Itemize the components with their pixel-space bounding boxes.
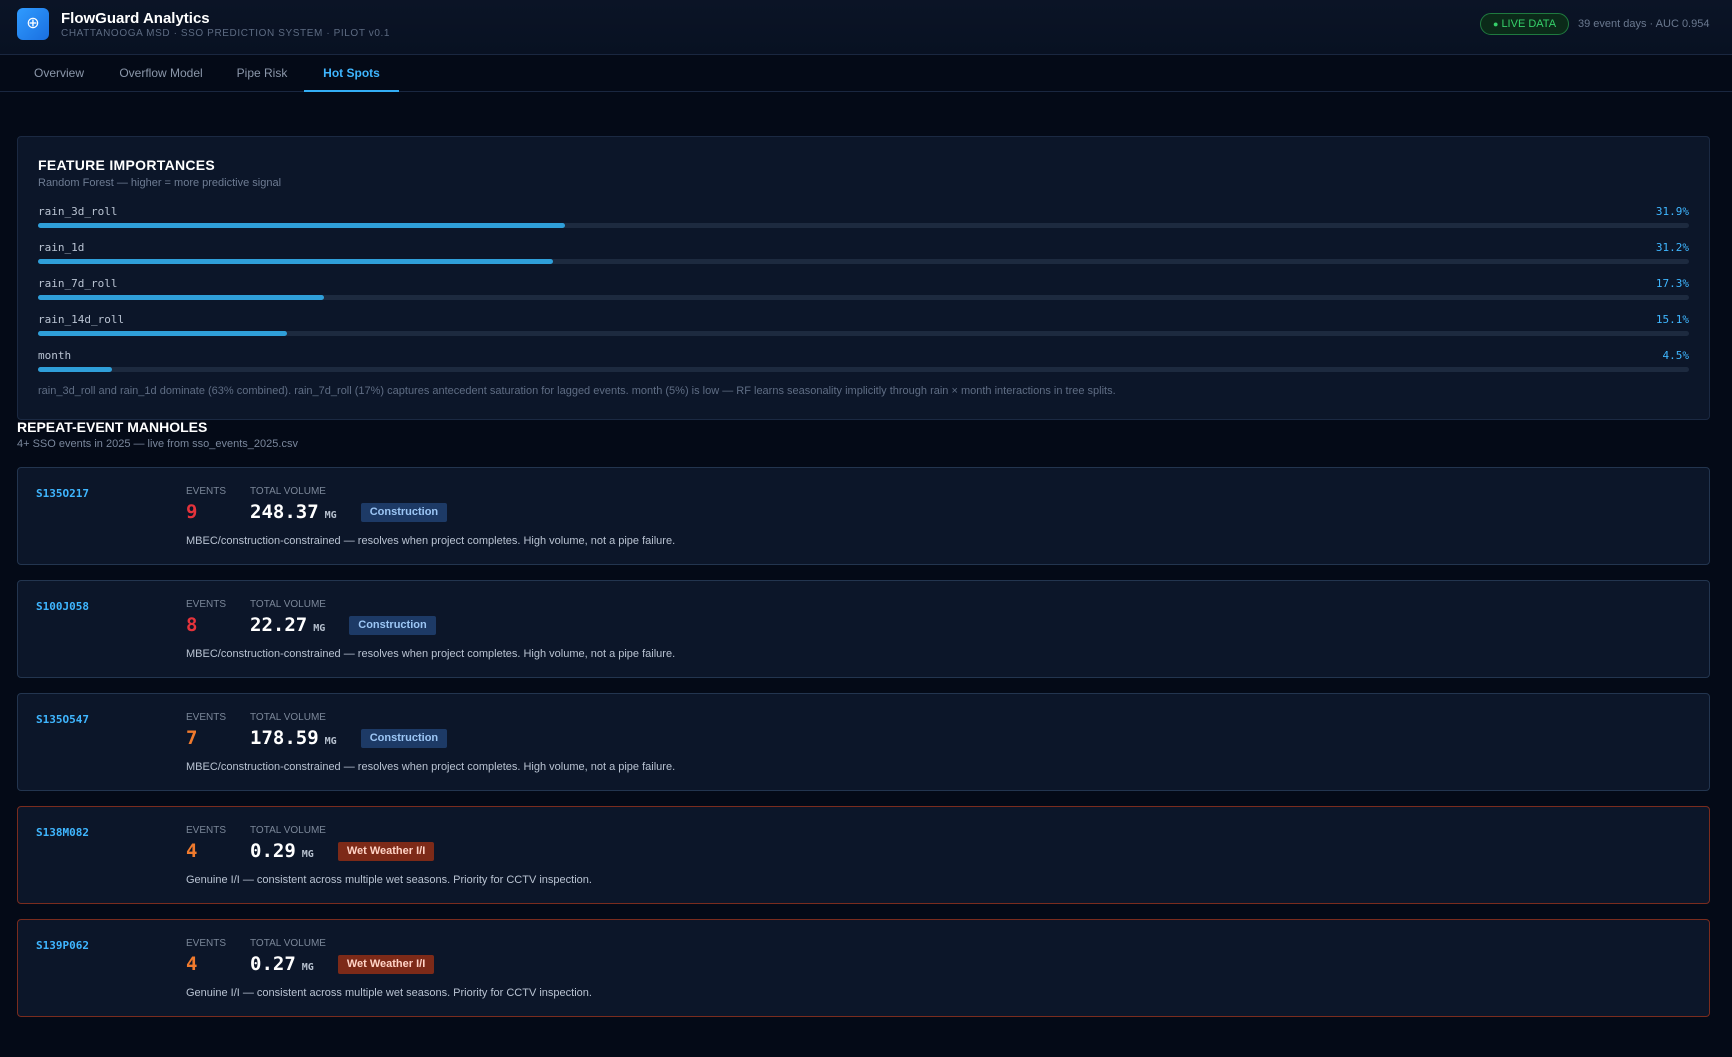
volume-label: TOTAL VOLUME [250,599,326,610]
feature-name: rain_14d_roll [38,313,125,326]
app-title: FlowGuard Analytics [61,10,210,27]
feature-percent: 31.9% [1655,205,1689,218]
feature-importances-note: rain_3d_roll and rain_1d dominate (63% c… [38,385,1116,397]
category-badge: Construction [349,616,436,635]
feature-bar-track [38,331,1689,336]
volume-value: 178.59 [250,727,319,749]
events-label: EVENTS [186,825,227,836]
events-count: 8 [186,614,198,636]
app-logo-icon: ⊕ [17,8,49,40]
manhole-description: Genuine I/I — consistent across multiple… [186,987,592,999]
feature-importances-panel: FEATURE IMPORTANCES Random Forest — high… [17,136,1710,420]
feature-bar-fill [38,259,554,264]
volume-group: 0.27 MG Wet Weather I/I [250,953,435,975]
tab-hot-spots[interactable]: Hot Spots [304,55,399,92]
feature-name: rain_7d_roll [38,277,118,290]
manhole-card[interactable]: S135O217 EVENTS TOTAL VOLUME 9 248.37 MG C… [17,467,1710,565]
volume-group: 0.29 MG Wet Weather I/I [250,840,435,862]
feature-row: rain_7d_roll 17.3% [38,277,1689,303]
repeat-section-subtitle: 4+ SSO events in 2025 — live from sso_ev… [17,438,298,450]
events-count: 7 [186,727,198,749]
volume-label: TOTAL VOLUME [250,938,326,949]
feature-percent: 4.5% [1662,349,1690,362]
events-label: EVENTS [186,938,227,949]
feature-bar-fill [38,367,113,372]
volume-group: 178.59 MG Construction [250,727,448,749]
manhole-card[interactable]: S138M082 EVENTS TOTAL VOLUME 4 0.29 MG Wet… [17,806,1710,904]
manhole-id[interactable]: S135O547 [36,713,89,726]
feature-name: rain_3d_roll [38,205,118,218]
manhole-description: Genuine I/I — consistent across multiple… [186,874,592,886]
volume-value: 0.27 [250,953,296,975]
feature-row: rain_1d 31.2% [38,241,1689,267]
live-data-badge: ● LIVE DATA [1480,13,1570,35]
volume-label: TOTAL VOLUME [250,486,326,497]
live-dot-icon: ● [1493,19,1499,29]
volume-unit: MG [313,623,326,634]
manhole-description: MBEC/construction-constrained — resolves… [186,648,676,660]
live-data-label: LIVE DATA [1501,18,1557,30]
volume-label: TOTAL VOLUME [250,712,326,723]
feature-bar-track [38,295,1689,300]
manhole-id[interactable]: S139P062 [36,939,89,952]
feature-bar-fill [38,331,288,336]
feature-name: rain_1d [38,241,85,254]
volume-value: 248.37 [250,501,319,523]
volume-label: TOTAL VOLUME [250,825,326,836]
volume-unit: MG [301,849,314,860]
feature-bar-track [38,367,1689,372]
tab-overview[interactable]: Overview [17,55,101,91]
manhole-description: MBEC/construction-constrained — resolves… [186,535,676,547]
feature-row: rain_3d_roll 31.9% [38,205,1689,231]
events-label: EVENTS [186,712,227,723]
header-stats: 39 event days · AUC 0.954 [1578,18,1710,30]
events-count: 4 [186,953,198,975]
manhole-card[interactable]: S135O547 EVENTS TOTAL VOLUME 7 178.59 MG C… [17,693,1710,791]
events-count: 4 [186,840,198,862]
manhole-card[interactable]: S100J058 EVENTS TOTAL VOLUME 8 22.27 MG Co… [17,580,1710,678]
volume-value: 0.29 [250,840,296,862]
category-badge: Wet Weather I/I [337,842,435,861]
volume-unit: MG [324,510,337,521]
feature-row: rain_14d_roll 15.1% [38,313,1689,339]
category-badge: Construction [360,503,448,522]
volume-group: 248.37 MG Construction [250,501,448,523]
app-subtitle: CHATTANOOGA MSD · SSO PREDICTION SYSTEM … [61,28,391,39]
feature-bar-track [38,223,1689,228]
volume-unit: MG [301,962,314,973]
feature-bar-fill [38,295,324,300]
volume-value: 22.27 [250,614,308,636]
feature-bar-fill [38,223,565,228]
category-badge: Construction [360,729,448,748]
manhole-description: MBEC/construction-constrained — resolves… [186,761,676,773]
tab-bar: Overview Overflow Model Pipe Risk Hot Sp… [0,55,1732,92]
events-label: EVENTS [186,486,227,497]
manhole-card[interactable]: S139P062 EVENTS TOTAL VOLUME 4 0.27 MG Wet… [17,919,1710,1017]
app-header: ⊕ FlowGuard Analytics CHATTANOOGA MSD · … [0,0,1732,55]
volume-unit: MG [324,736,337,747]
tab-overflow-model[interactable]: Overflow Model [111,55,211,91]
events-label: EVENTS [186,599,227,610]
feature-percent: 15.1% [1655,313,1689,326]
tab-pipe-risk[interactable]: Pipe Risk [228,55,296,91]
category-badge: Wet Weather I/I [337,955,435,974]
feature-name: month [38,349,72,362]
feature-bar-track [38,259,1689,264]
volume-group: 22.27 MG Construction [250,614,436,636]
feature-importances-subtitle: Random Forest — higher = more predictive… [38,177,282,189]
repeat-section-title: REPEAT-EVENT MANHOLES [17,419,208,435]
manhole-id[interactable]: S138M082 [36,826,89,839]
manhole-id[interactable]: S135O217 [36,487,89,500]
manhole-id[interactable]: S100J058 [36,600,89,613]
feature-percent: 31.2% [1655,241,1689,254]
feature-row: month 4.5% [38,349,1689,375]
events-count: 9 [186,501,198,523]
feature-importances-title: FEATURE IMPORTANCES [38,157,216,173]
feature-percent: 17.3% [1655,277,1689,290]
